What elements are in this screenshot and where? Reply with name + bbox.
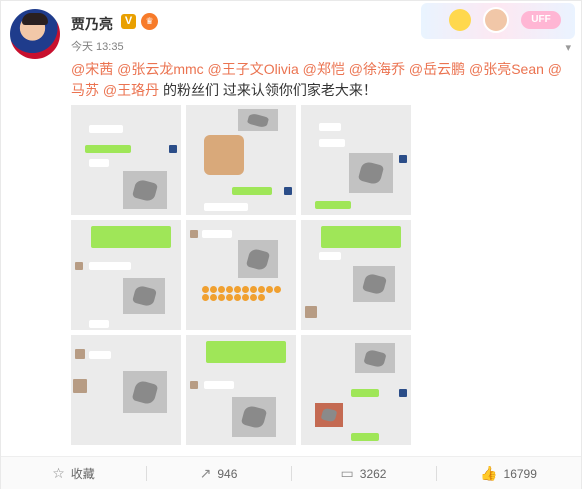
username[interactable]: 贾乃亮 bbox=[71, 14, 113, 34]
mention-link[interactable]: @张亮Sean bbox=[469, 61, 544, 77]
avatar[interactable] bbox=[10, 9, 60, 59]
chat-screenshot-thumb[interactable] bbox=[301, 105, 411, 215]
thumb-up-icon: 👍 bbox=[480, 465, 498, 481]
decorative-banner: UFF bbox=[421, 3, 575, 39]
chat-screenshot-thumb[interactable] bbox=[71, 105, 181, 215]
chat-screenshot-thumb[interactable] bbox=[71, 335, 181, 445]
favorite-button[interactable]: ☆ 收藏 bbox=[1, 457, 146, 489]
post-text: @宋茜 @张云龙mmc @王子文Olivia @郑恺 @徐海乔 @岳云鹏 @张亮… bbox=[71, 59, 571, 101]
chat-screenshot-thumb[interactable] bbox=[186, 220, 296, 330]
chat-screenshot-thumb[interactable] bbox=[186, 105, 296, 215]
chat-screenshot-thumb[interactable] bbox=[186, 335, 296, 445]
like-button[interactable]: 👍 16799 bbox=[436, 457, 581, 489]
star-icon: ☆ bbox=[52, 465, 65, 481]
portrait-sticker-icon bbox=[483, 7, 509, 33]
favorite-label: 收藏 bbox=[70, 467, 95, 481]
mention-link[interactable]: @徐海乔 bbox=[349, 61, 405, 77]
repost-button[interactable]: ↗ 946 bbox=[146, 457, 291, 489]
post-timestamp[interactable]: 今天 13:35 bbox=[71, 38, 124, 54]
sun-sticker-icon bbox=[449, 9, 471, 31]
like-count: 16799 bbox=[503, 466, 537, 481]
repost-icon: ↗ bbox=[199, 465, 212, 481]
mention-link[interactable]: @岳云鹏 bbox=[409, 61, 465, 77]
weibo-post-card: 贾乃亮 V ♛ 今天 13:35 UFF ▾ @宋茜 @张云龙mmc @王子文O… bbox=[0, 0, 582, 489]
comment-icon: ▭ bbox=[340, 465, 354, 481]
verified-badge-icon: V bbox=[121, 14, 136, 29]
mention-link[interactable]: @王子文Olivia bbox=[208, 61, 299, 77]
repost-count: 946 bbox=[217, 466, 238, 481]
comment-button[interactable]: ▭ 3262 bbox=[291, 457, 436, 489]
vip-badge-icon: ♛ bbox=[141, 13, 158, 30]
image-grid bbox=[71, 105, 411, 445]
mention-link[interactable]: @王珞丹 bbox=[103, 82, 159, 98]
post-text-body: 的粉丝们 过来认领你们家老大来！ bbox=[163, 82, 377, 98]
chat-screenshot-thumb[interactable] bbox=[301, 220, 411, 330]
chat-screenshot-thumb[interactable] bbox=[301, 335, 411, 445]
chevron-down-icon[interactable]: ▾ bbox=[565, 41, 571, 54]
comment-count: 3262 bbox=[359, 466, 387, 481]
banner-label: UFF bbox=[521, 11, 561, 29]
mention-link[interactable]: @宋茜 bbox=[71, 61, 113, 77]
chat-screenshot-thumb[interactable] bbox=[71, 220, 181, 330]
mention-link[interactable]: @郑恺 bbox=[303, 61, 345, 77]
mention-link[interactable]: @张云龙mmc bbox=[117, 61, 204, 77]
post-actions-bar: ☆ 收藏 ↗ 946 ▭ 3262 👍 16799 bbox=[1, 456, 581, 489]
